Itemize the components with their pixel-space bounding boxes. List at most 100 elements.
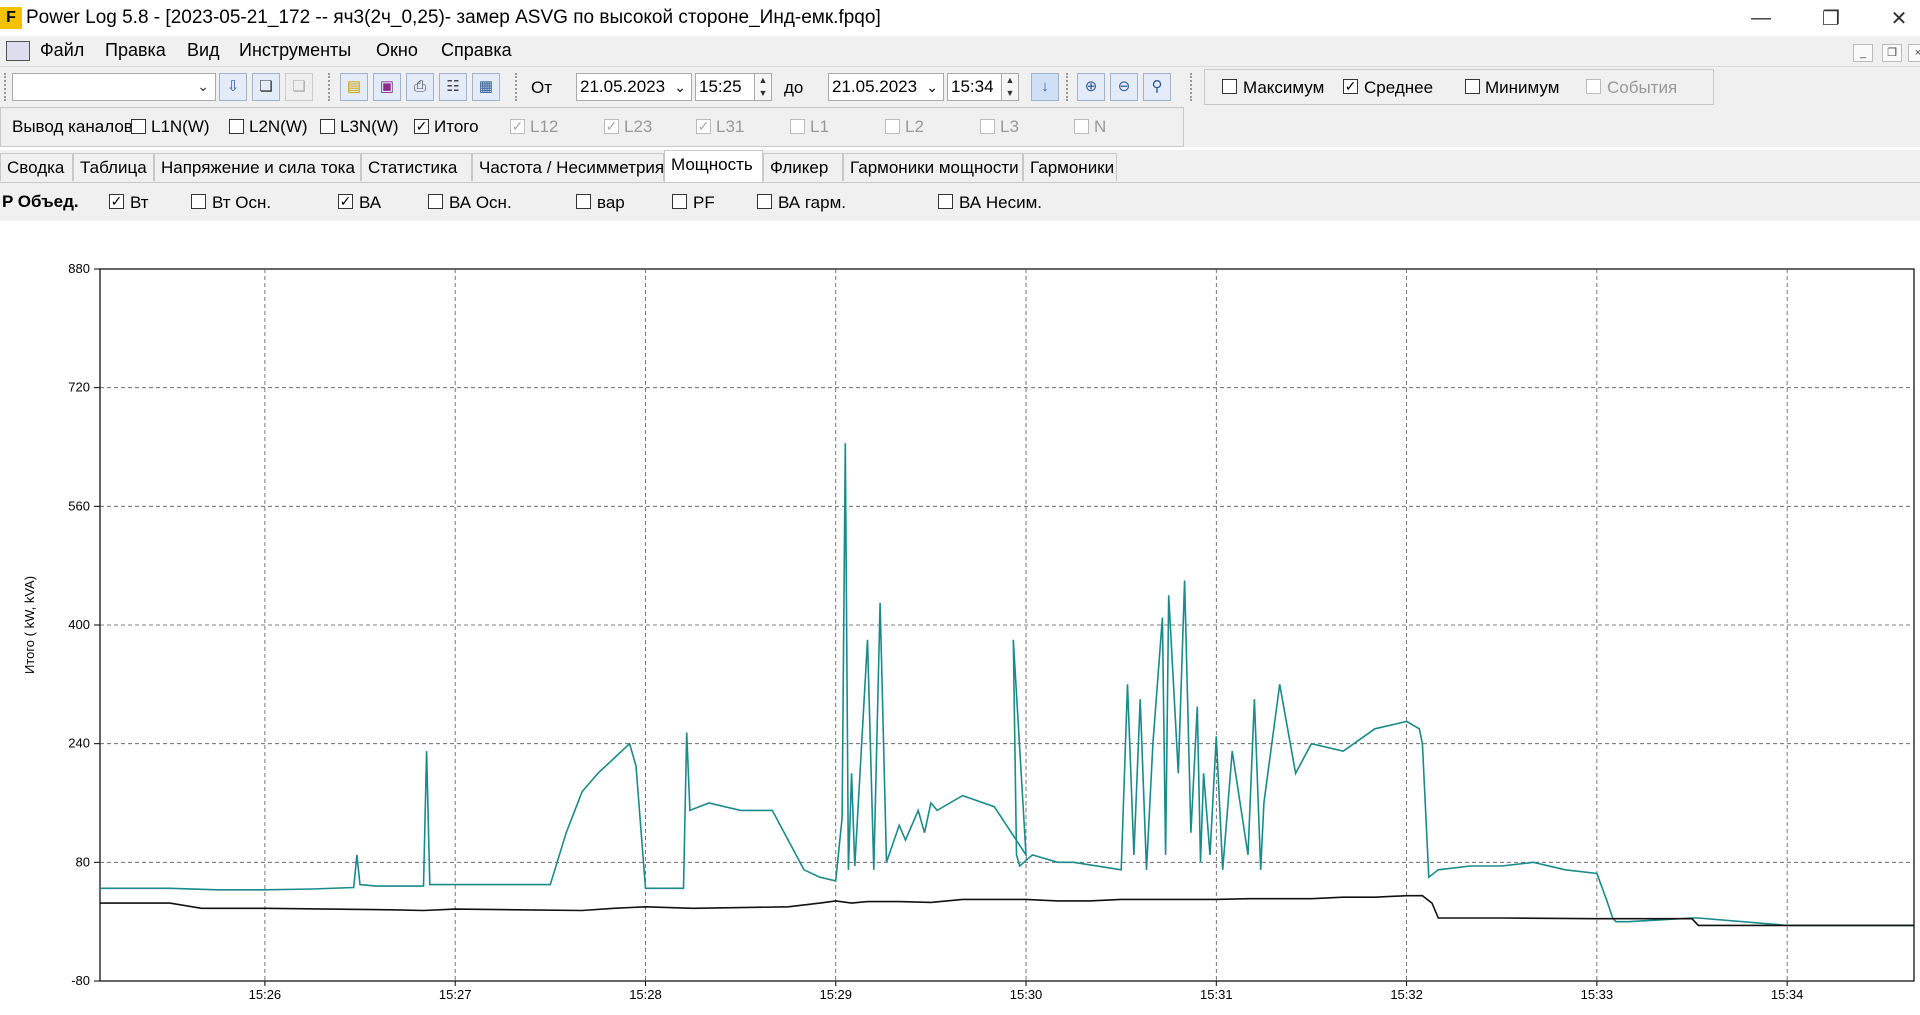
restore-icon[interactable]: ❐ [1804,0,1858,36]
to-time-field[interactable]: 15:34 [947,73,1002,101]
max-checkbox[interactable] [1222,79,1237,94]
menu-help[interactable]: Справка [441,40,512,61]
x-tick-label: 15:29 [819,987,852,1002]
report-icon[interactable]: ☷ [439,73,467,101]
channel-l12-checkbox[interactable]: ✓ [510,119,525,134]
channel-n-checkbox[interactable] [1074,119,1089,134]
menu-file[interactable]: Файл [40,40,84,61]
power-w-checkbox[interactable]: ✓ [109,194,124,209]
paste-icon[interactable]: ❏ [285,73,313,101]
tab-summary[interactable]: Сводка [0,153,73,181]
toolbar-grip[interactable] [1190,73,1195,101]
tab-power-harmonics[interactable]: Гармоники мощности [843,153,1023,181]
channel-l3-checkbox[interactable] [980,119,995,134]
from-time-spinner[interactable]: ▲ ▼ [754,73,772,101]
channel-total-checkbox[interactable]: ✓ [414,119,429,134]
avg-checkbox[interactable]: ✓ [1343,79,1358,94]
tab-frequency-unbalance[interactable]: Частота / Несимметрия [472,153,664,181]
mdi-close-icon[interactable]: × [1908,44,1920,62]
to-date-picker[interactable]: 21.05.2023 ⌄ [828,73,944,101]
title-bar: F Power Log 5.8 - [2023-05-21_172 -- яч3… [0,0,1920,36]
channel-l2-checkbox[interactable] [885,119,900,134]
tab-power[interactable]: Мощность [664,150,763,182]
menu-view[interactable]: Вид [187,40,220,61]
export-icon[interactable]: ▦ [472,73,500,101]
power-w-fund-checkbox[interactable] [191,194,206,209]
from-time-value: 15:25 [699,77,742,96]
zoom-out-icon[interactable]: ⊖ [1110,73,1138,101]
x-tick-label: 15:32 [1390,987,1423,1002]
x-tick-label: 15:33 [1581,987,1614,1002]
channel-l1n-label: L1N(W) [151,117,210,136]
save-icon[interactable]: ▣ [373,73,401,101]
from-label: От [531,78,553,97]
avg-label: Среднее [1364,78,1434,97]
close-icon[interactable]: ✕ [1872,0,1920,36]
menu-window[interactable]: Окно [376,40,418,61]
channel-l12-label: L12 [530,117,559,136]
chevron-down-icon: ⌄ [197,78,209,94]
source-select[interactable]: ⌄ [12,73,216,101]
open-folder-icon[interactable]: ▤ [340,73,368,101]
power-var-checkbox[interactable] [576,194,591,209]
tab-voltage-current[interactable]: Напряжение и сила тока [154,153,361,181]
toolbar-grip[interactable] [1066,73,1071,101]
toolbar-grip[interactable] [4,73,9,101]
menu-edit[interactable]: Правка [105,40,166,61]
power-options: P Объед. ✓ Вт Вт Осн. ✓ ВА ВА Осн. вар PF ВА гар… [0,183,1920,221]
power-pf-label: PF [693,193,715,212]
x-tick-label: 15:26 [249,987,282,1002]
copy-icon[interactable]: ❏ [252,73,280,101]
print-icon[interactable]: ⎙ [406,73,434,101]
mdi-restore-icon[interactable]: ❐ [1882,44,1902,62]
power-chart[interactable]: -80 80 240 400 560 720 880 15:26 15:27 15:28 15:29… [0,221,1920,1011]
channel-l1-checkbox[interactable] [790,119,805,134]
tab-statistics[interactable]: Статистика [361,153,472,181]
power-va-fund-checkbox[interactable] [428,194,443,209]
mdi-minimize-icon[interactable]: _ [1853,44,1873,62]
menu-tools[interactable]: Инструменты [239,40,351,61]
power-va-harm-checkbox[interactable] [757,194,772,209]
toolbar-grip[interactable] [515,73,520,101]
power-va-label: ВА [359,193,382,212]
channel-l23-label: L23 [624,117,653,136]
tab-table[interactable]: Таблица [73,153,154,181]
channel-l3-label: L3 [1000,117,1019,136]
tab-strip: Сводка Таблица Напряжение и сила тока Стати… [0,150,1920,183]
min-checkbox[interactable] [1465,79,1480,94]
zoom-in-icon[interactable]: ⊕ [1077,73,1105,101]
channel-l1n-checkbox[interactable] [131,119,146,134]
from-date-picker[interactable]: 21.05.2023 ⌄ [576,73,692,101]
y-tick-label: 400 [68,617,90,632]
channels-label: Вывод каналов [12,117,133,136]
to-time-spinner[interactable]: ▲ ▼ [1001,73,1019,101]
download-icon[interactable]: ⇩ [219,73,247,101]
toolbar-grip[interactable] [328,73,333,101]
apply-range-icon[interactable]: ↓ [1031,73,1059,101]
channel-l31-checkbox[interactable]: ✓ [696,119,711,134]
events-checkbox[interactable] [1586,79,1601,94]
power-va-unbal-checkbox[interactable] [938,194,953,209]
channel-l2-label: L2 [905,117,924,136]
channel-l3n-label: L3N(W) [340,117,399,136]
channel-l2n-checkbox[interactable] [229,119,244,134]
y-tick-label: 240 [68,736,90,751]
channel-l3n-checkbox[interactable] [320,119,335,134]
power-va-unbal-label: ВА Несим. [959,193,1042,212]
power-w-label: Вт [130,193,149,212]
tab-harmonics[interactable]: Гармоники [1023,153,1117,181]
document-icon[interactable] [6,41,30,61]
to-label: до [784,78,804,97]
channel-l23-checkbox[interactable]: ✓ [604,119,619,134]
channel-total-label: Итого [434,117,479,136]
tab-flicker[interactable]: Фликер [763,153,843,181]
minimize-icon[interactable]: — [1734,0,1788,36]
power-w-fund-label: Вт Осн. [212,193,272,212]
from-date-value: 21.05.2023 [580,77,666,96]
power-pf-checkbox[interactable] [672,194,687,209]
zoom-reset-icon[interactable]: ⚲ [1143,73,1171,101]
y-tick-label: 720 [68,380,90,395]
power-va-checkbox[interactable]: ✓ [338,194,353,209]
y-tick-label: 880 [68,261,90,276]
from-time-field[interactable]: 15:25 [695,73,755,101]
